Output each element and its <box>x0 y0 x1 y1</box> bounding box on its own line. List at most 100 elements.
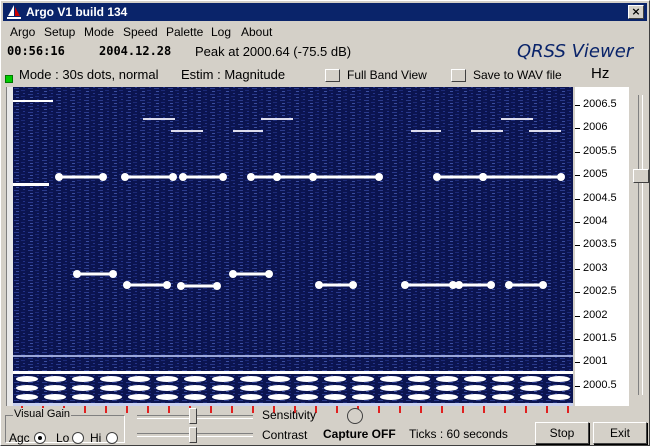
signal-trace <box>13 100 53 102</box>
lo-radio[interactable] <box>72 432 84 444</box>
menu-mode[interactable]: Mode <box>84 25 114 39</box>
signal-trace <box>100 376 122 382</box>
signal-trace <box>436 376 458 382</box>
signal-trace <box>44 385 66 391</box>
signal-trace <box>16 385 38 391</box>
contrast-thumb[interactable] <box>189 427 197 443</box>
signal-trace <box>433 173 441 181</box>
signal-trace <box>177 282 185 290</box>
waterfall-display[interactable] <box>13 87 573 406</box>
close-button[interactable]: × <box>628 5 644 19</box>
axis-tick-label: 2006.5 <box>583 98 617 110</box>
time-tick <box>378 406 380 413</box>
scroll-slider-thumb[interactable] <box>633 169 649 183</box>
signal-trace <box>13 183 49 186</box>
signal-trace <box>437 175 483 179</box>
signal-trace <box>163 281 171 289</box>
signal-trace <box>509 283 543 287</box>
menu-speed[interactable]: Speed <box>123 25 158 39</box>
axis-tick-label: 2003 <box>583 261 608 274</box>
signal-trace <box>455 281 463 289</box>
axis-tick-mark <box>575 339 580 340</box>
axis-tick-mark <box>575 175 580 177</box>
signal-trace <box>16 376 38 382</box>
signal-trace <box>184 394 206 400</box>
stop-button[interactable]: Stop <box>535 422 589 444</box>
hi-radio[interactable] <box>106 432 118 444</box>
scroll-slider-track <box>638 95 643 395</box>
signal-trace <box>240 394 262 400</box>
signal-trace <box>492 385 514 391</box>
exit-button[interactable]: Exit <box>593 422 647 444</box>
signal-trace <box>352 385 374 391</box>
signal-trace <box>505 281 513 289</box>
axis-tick-label: 2004.5 <box>583 191 617 204</box>
signal-trace <box>324 385 346 391</box>
axis-tick-label: 2006 <box>583 121 608 134</box>
signal-trace <box>73 270 81 278</box>
signal-trace <box>520 376 542 382</box>
signal-trace <box>464 394 486 400</box>
signal-trace <box>483 175 561 179</box>
signal-trace <box>324 394 346 400</box>
signal-trace <box>411 130 441 132</box>
menu-palette[interactable]: Palette <box>166 25 203 39</box>
full-band-view-label: Full Band View <box>347 68 427 82</box>
save-to-wav-toggle[interactable] <box>451 69 466 82</box>
signal-trace <box>123 281 131 289</box>
mode-status: Mode : 30s dots, normal <box>19 67 159 82</box>
sensitivity-thumb[interactable] <box>189 408 197 424</box>
axis-tick-mark <box>575 245 580 247</box>
signal-trace <box>380 376 402 382</box>
signal-trace <box>401 281 409 289</box>
axis-tick-mark <box>575 105 580 106</box>
control-panel: Agc Lo Hi Visual Gain Sensitivity Contra… <box>1 406 649 445</box>
signal-trace <box>184 385 206 391</box>
signal-trace <box>352 376 374 382</box>
signal-trace <box>315 281 323 289</box>
signal-trace <box>296 394 318 400</box>
axis-tick-mark <box>575 222 580 223</box>
signal-trace <box>380 394 402 400</box>
menu-setup[interactable]: Setup <box>44 25 75 39</box>
menu-argo[interactable]: Argo <box>10 25 35 39</box>
signal-trace <box>520 394 542 400</box>
signal-trace <box>100 385 122 391</box>
signal-trace <box>213 282 221 290</box>
signal-trace <box>233 272 269 276</box>
signal-trace <box>99 173 107 181</box>
signal-trace <box>100 394 122 400</box>
capture-button[interactable] <box>347 408 363 424</box>
title-bar[interactable]: Argo V1 build 134 × <box>3 3 647 21</box>
signal-trace <box>319 283 353 287</box>
signal-trace <box>352 394 374 400</box>
signal-trace <box>309 173 317 181</box>
contrast-label: Contrast <box>262 428 308 442</box>
signal-trace <box>169 173 177 181</box>
axis-tick-label: 2004 <box>583 215 608 227</box>
frequency-axis: 2006.5 2006 2005.5 2005 2004.5 2004 2003.5 2003… <box>575 87 629 406</box>
menu-about[interactable]: About <box>241 25 272 39</box>
time-tick <box>399 406 401 413</box>
signal-trace <box>349 281 357 289</box>
signal-trace <box>261 118 293 120</box>
peak-readout: Peak at 2000.64 (-75.5 dB) <box>195 44 352 59</box>
waterfall-svg <box>13 87 573 406</box>
time-tick <box>231 406 233 413</box>
agc-radio[interactable] <box>34 432 46 444</box>
estim-status: Estim : Magnitude <box>181 67 286 82</box>
time-tick <box>567 406 569 413</box>
signal-trace <box>13 371 573 374</box>
axis-tick-mark <box>575 268 580 270</box>
signal-trace <box>240 385 262 391</box>
sensitivity-label: Sensitivity <box>262 408 317 422</box>
signal-trace <box>273 173 281 181</box>
menu-log[interactable]: Log <box>211 25 231 39</box>
axis-tick-label: 2003.5 <box>583 238 617 251</box>
signal-trace <box>77 272 113 276</box>
signal-trace <box>212 376 234 382</box>
full-band-view-toggle[interactable] <box>325 69 340 82</box>
time-tick <box>147 406 149 413</box>
time-tick <box>462 406 464 413</box>
time-tick <box>252 406 254 413</box>
